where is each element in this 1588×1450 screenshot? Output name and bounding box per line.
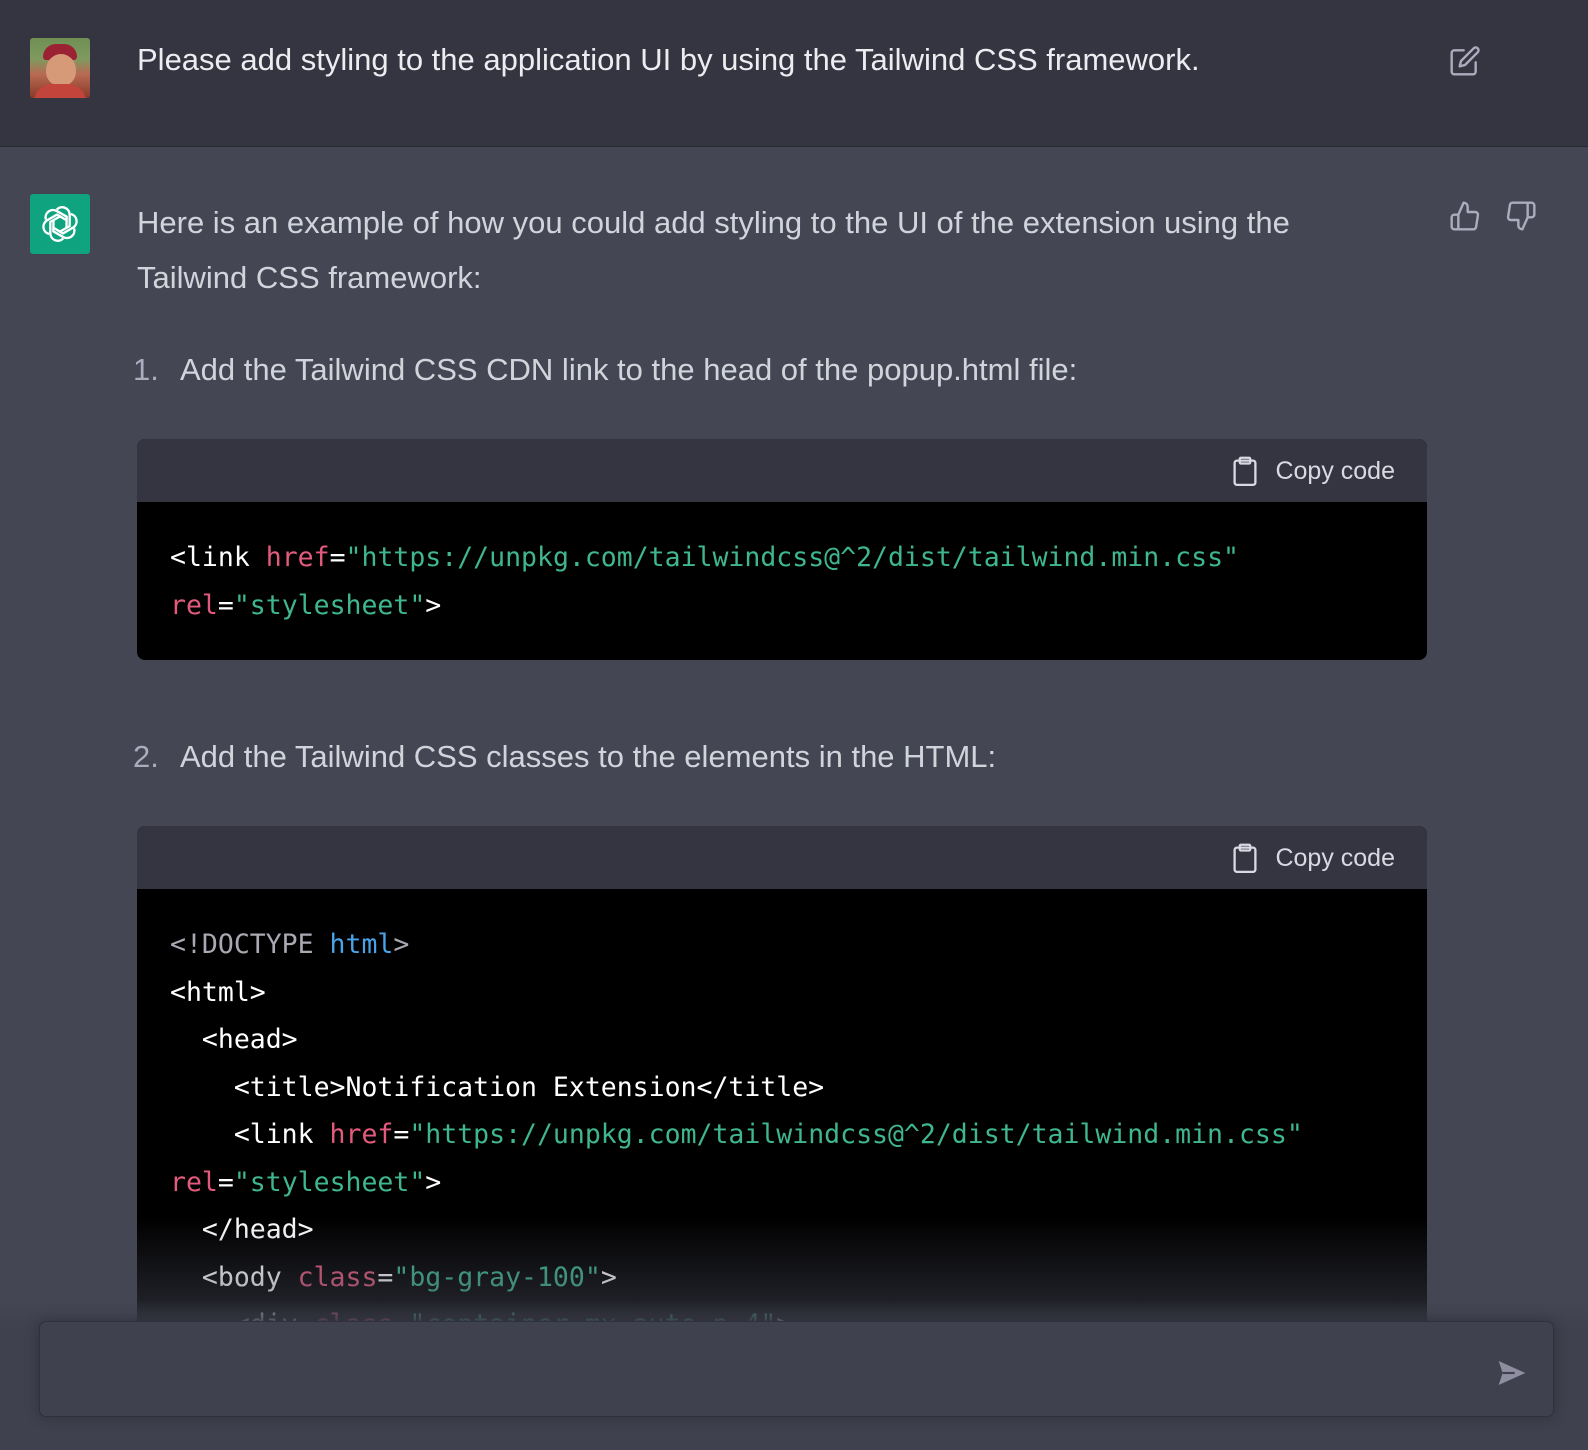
code-token: <link bbox=[170, 542, 266, 573]
code-token: "bg-gray-100" bbox=[393, 1261, 601, 1293]
code-token: <link bbox=[170, 1119, 330, 1150]
code-token: <head> bbox=[170, 1024, 298, 1055]
thumbs-up-icon[interactable] bbox=[1449, 200, 1481, 232]
copy-code-label: Copy code bbox=[1275, 456, 1395, 485]
code-line: </head> bbox=[170, 1206, 1393, 1254]
clipboard-icon bbox=[1233, 843, 1258, 873]
code-token: = bbox=[377, 1261, 394, 1293]
code-token: </head> bbox=[170, 1214, 314, 1245]
code-body: <link href="https://unpkg.com/tailwindcs… bbox=[137, 502, 1427, 657]
assistant-avatar bbox=[30, 194, 90, 254]
step-text: Add the Tailwind CSS CDN link to the hea… bbox=[180, 352, 1078, 387]
code-header: Copy code bbox=[137, 826, 1427, 889]
message-input[interactable] bbox=[39, 1321, 1554, 1417]
code-token: class bbox=[297, 1261, 378, 1293]
code-token: > bbox=[425, 1166, 442, 1198]
code-token: "https://unpkg.com/tailwindcss@^2/dist/t… bbox=[409, 1119, 1303, 1150]
code-token: <title>Notification Extension</title> bbox=[170, 1071, 825, 1103]
code-token: > bbox=[393, 929, 410, 960]
code-token: = bbox=[217, 1166, 234, 1198]
code-token: > bbox=[600, 1261, 617, 1293]
send-icon[interactable] bbox=[1496, 1357, 1528, 1389]
code-token: "https://unpkg.com/tailwindcss@^2/dist/t… bbox=[345, 542, 1239, 573]
openai-logo-icon bbox=[42, 206, 78, 242]
step-item-1: 1. Add the Tailwind CSS CDN link to the h… bbox=[133, 352, 1077, 388]
code-token: <html> bbox=[170, 976, 266, 1008]
code-line: <link href="https://unpkg.com/tailwindcs… bbox=[170, 1111, 1393, 1159]
code-token: href bbox=[329, 1119, 394, 1150]
code-token: html bbox=[329, 929, 394, 960]
code-line: rel="stylesheet"> bbox=[170, 1159, 1393, 1207]
clipboard-icon bbox=[1233, 456, 1258, 486]
code-token: <body bbox=[170, 1261, 298, 1293]
code-token: href bbox=[265, 542, 330, 573]
code-token: = bbox=[217, 589, 234, 621]
user-message-text: Please add styling to the application UI… bbox=[137, 42, 1200, 77]
step-text: Add the Tailwind CSS classes to the elem… bbox=[180, 739, 997, 774]
code-header: Copy code bbox=[137, 439, 1427, 502]
copy-code-label: Copy code bbox=[1275, 843, 1395, 872]
code-token: "stylesheet" bbox=[233, 1166, 426, 1198]
copy-code-button[interactable]: Copy code bbox=[1231, 842, 1395, 874]
user-message-row: Please add styling to the application UI… bbox=[0, 0, 1588, 147]
thumbs-down-icon[interactable] bbox=[1505, 200, 1537, 232]
step-number: 1. bbox=[133, 352, 159, 387]
code-line: <link href="https://unpkg.com/tailwindcs… bbox=[170, 534, 1393, 582]
code-token: rel bbox=[170, 589, 218, 621]
code-line: <!DOCTYPE html> bbox=[170, 921, 1393, 969]
code-token: = bbox=[393, 1119, 410, 1150]
code-token: "stylesheet" bbox=[233, 589, 426, 621]
code-token: rel bbox=[170, 1166, 218, 1198]
code-line: <head> bbox=[170, 1016, 1393, 1064]
code-token: <!DOCTYPE bbox=[170, 929, 330, 960]
code-block-1: Copy code <link href="https://unpkg.com/… bbox=[137, 439, 1427, 660]
code-line: <body class="bg-gray-100"> bbox=[170, 1254, 1393, 1302]
code-token: = bbox=[329, 542, 346, 573]
code-token: > bbox=[425, 589, 442, 621]
step-number: 2. bbox=[133, 739, 159, 774]
code-line: <html> bbox=[170, 969, 1393, 1017]
assistant-intro-text: Here is an example of how you could add … bbox=[137, 205, 1290, 295]
user-avatar bbox=[30, 38, 90, 98]
code-line: <title>Notification Extension</title> bbox=[170, 1064, 1393, 1112]
step-item-2: 2. Add the Tailwind CSS classes to the el… bbox=[133, 739, 996, 775]
copy-code-button[interactable]: Copy code bbox=[1231, 455, 1395, 487]
code-line: rel="stylesheet"> bbox=[170, 582, 1393, 630]
edit-icon[interactable] bbox=[1449, 45, 1481, 77]
